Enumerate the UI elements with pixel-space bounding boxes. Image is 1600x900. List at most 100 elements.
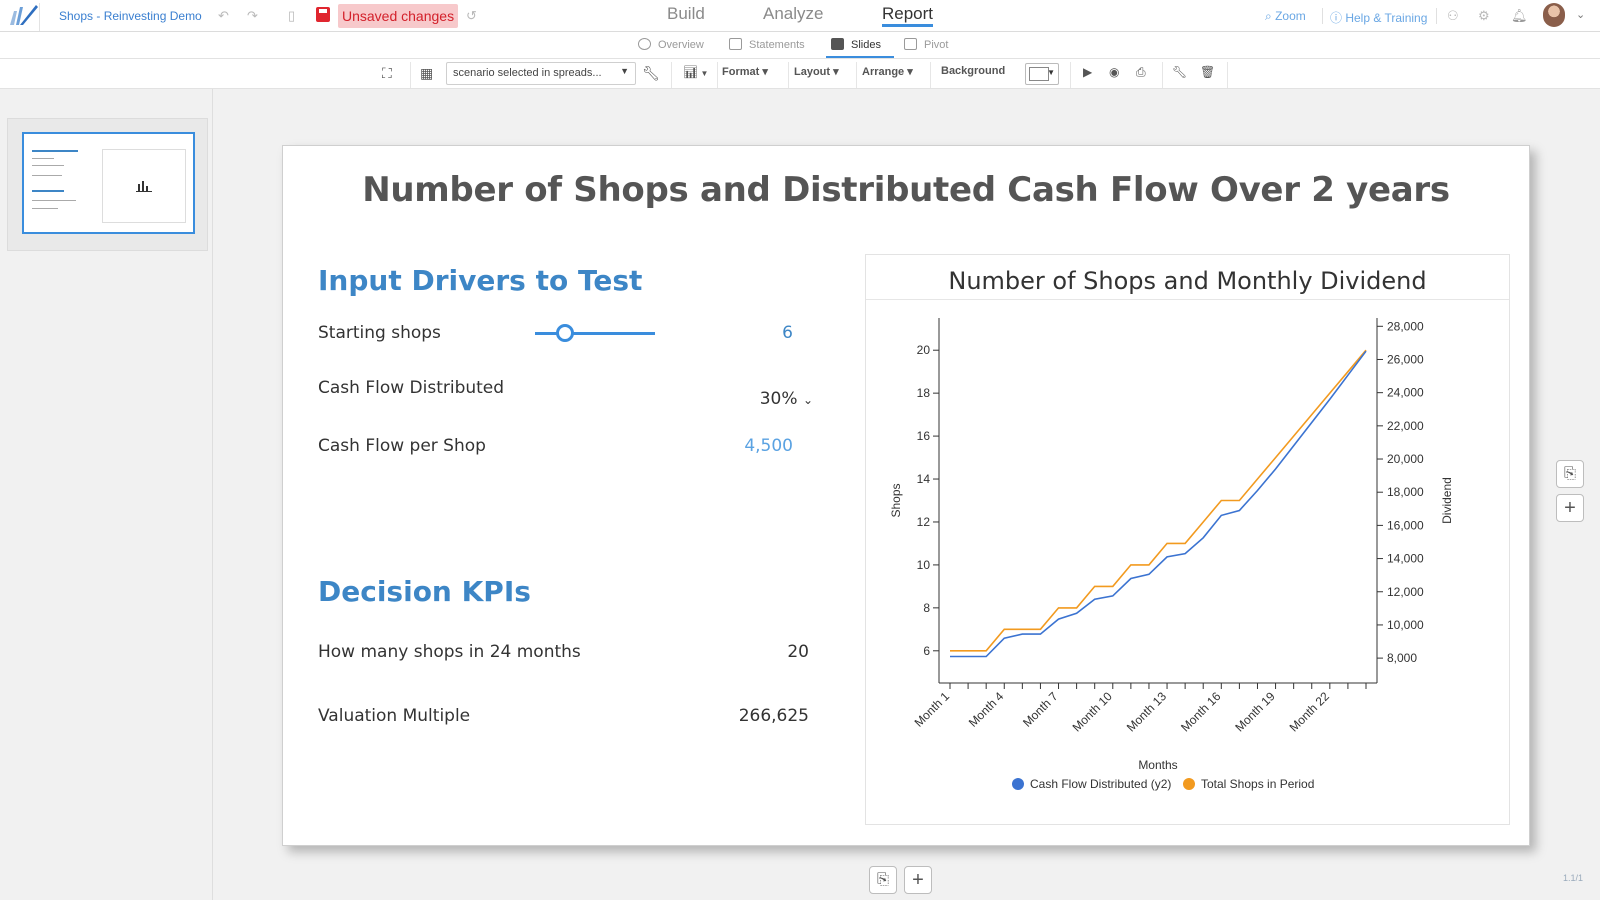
subtab-statements-label: Statements	[749, 39, 805, 51]
thumb-line	[32, 150, 78, 152]
tab-build[interactable]: Build	[667, 4, 705, 24]
subtab-statements[interactable]: Statements	[729, 38, 805, 51]
tab-analyze[interactable]: Analyze	[763, 4, 823, 24]
thumb-line	[32, 200, 76, 201]
y-tick-label: 18	[917, 386, 931, 400]
y2-tick-label: 28,000	[1387, 319, 1424, 333]
user-settings-icon[interactable]: ⚇	[1447, 8, 1459, 24]
separator	[1070, 62, 1071, 88]
x-tick-label: Month 19	[1232, 689, 1278, 735]
slide-title[interactable]: Number of Shops and Distributed Cash Flo…	[283, 170, 1529, 210]
help-label: Help & Training	[1345, 11, 1428, 25]
add-chart-icon[interactable]: 📊︎ ▼	[683, 65, 708, 79]
subtab-pivot[interactable]: Pivot	[904, 38, 948, 51]
x-tick-label: Month 4	[966, 689, 1007, 730]
chart-widget[interactable]: Number of Shops and Monthly Dividend 681…	[865, 254, 1510, 825]
subtab-pivot-label: Pivot	[924, 39, 949, 51]
y2-tick-label: 14,000	[1387, 552, 1424, 566]
history-icon[interactable]: ↺	[466, 8, 477, 24]
subtab-overview-label: Overview	[658, 39, 704, 51]
legend-label: Total Shops in Period	[1201, 777, 1314, 791]
save-icon[interactable]	[316, 7, 330, 22]
y-tick-label: 16	[917, 429, 931, 443]
legend-swatch	[1183, 778, 1195, 790]
legend-label: Cash Flow Distributed (y2)	[1030, 777, 1171, 791]
zoom-label: Zoom	[1275, 9, 1306, 23]
thumb-line	[32, 165, 64, 166]
kpi-valuation-value: 266,625	[738, 706, 809, 726]
y2-axis-label: Dividend	[1440, 477, 1454, 524]
separator	[856, 62, 857, 88]
series-line-shops	[950, 349, 1367, 652]
copy-icon: ⎘	[876, 871, 889, 888]
separator	[671, 62, 672, 88]
slide-thumbnail-container	[7, 118, 208, 251]
background-color-picker[interactable]: ▼	[1025, 63, 1059, 85]
layout-menu[interactable]: Layout ▾	[794, 65, 839, 78]
separator	[930, 62, 931, 88]
subtab-overview[interactable]: Overview	[638, 38, 704, 51]
gear-icon[interactable]: ⚙	[1478, 8, 1490, 24]
format-menu[interactable]: Format ▾	[722, 65, 768, 78]
add-slide-side-button[interactable]: +	[1556, 494, 1584, 522]
avatar[interactable]	[1543, 3, 1565, 27]
separator	[1227, 62, 1228, 88]
copy-icon: ⎘	[1563, 465, 1576, 482]
fit-to-screen-icon[interactable]: ⛶	[382, 65, 392, 82]
slides-icon	[831, 38, 844, 50]
slide-canvas[interactable]: Number of Shops and Distributed Cash Flo…	[282, 145, 1530, 846]
legend-swatch	[1012, 778, 1024, 790]
wrench-icon[interactable]: 🔧︎	[1172, 65, 1187, 79]
subtab-slides[interactable]: Slides	[831, 38, 881, 51]
arrange-menu[interactable]: Arrange ▾	[862, 65, 913, 78]
bell-icon[interactable]: 🔔︎	[1511, 8, 1528, 24]
x-tick-label: Month 10	[1070, 689, 1116, 735]
play-icon[interactable]: ▶	[1083, 65, 1092, 79]
inputs-heading[interactable]: Input Drivers to Test	[318, 264, 642, 297]
kpis-heading[interactable]: Decision KPIs	[318, 575, 531, 608]
scenario-table-icon[interactable]: ▦	[420, 65, 433, 82]
line-chart: 6 8 10 12 14 16 18 20 8,000 10,000 12,000 14,000 16,…	[889, 318, 1454, 791]
scenario-select[interactable]: scenario selected in spreads... ▼	[446, 62, 636, 85]
eye-icon[interactable]: ◉	[1109, 65, 1119, 79]
starting-shops-slider-handle[interactable]	[556, 324, 574, 342]
eye-icon	[638, 38, 651, 50]
thumb-line	[32, 158, 54, 159]
zoom-link[interactable]: ⌕ Zoom	[1265, 9, 1306, 24]
redo-icon[interactable]: ↷	[247, 8, 258, 24]
y-tick-label: 14	[917, 472, 931, 486]
y2-tick-label: 18,000	[1387, 485, 1424, 499]
starting-shops-slider[interactable]	[535, 332, 655, 335]
cash-flow-distributed-select[interactable]: 30% ⌄	[703, 389, 813, 409]
chevron-down-icon: ⌄	[802, 393, 813, 407]
y-axis-label: Shops	[889, 483, 903, 517]
panel-toggle-icon[interactable]: ▯	[288, 8, 295, 24]
y2-tick-label: 10,000	[1387, 618, 1424, 632]
report-subtabs: Overview Statements Slides Pivot	[0, 32, 1600, 59]
help-link[interactable]: ⓘ Help & Training	[1330, 9, 1427, 26]
thumb-line	[32, 190, 64, 192]
separator	[1322, 8, 1323, 24]
starting-shops-value: 6	[782, 323, 793, 343]
duplicate-slide-bottom-button[interactable]: ⎘	[869, 866, 897, 894]
document-title[interactable]: Shops - Reinvesting Demo	[59, 9, 202, 23]
starting-shops-label: Starting shops	[318, 323, 441, 343]
slide-thumbnail-1[interactable]	[22, 132, 195, 234]
print-icon[interactable]: ⎙	[1136, 65, 1146, 80]
checklist-icon	[729, 38, 742, 50]
duplicate-slide-button[interactable]: ⎘	[1556, 460, 1584, 488]
pivot-icon	[904, 38, 917, 50]
y2-tick-label: 16,000	[1387, 518, 1424, 532]
app-logo[interactable]	[4, 3, 40, 31]
tab-report[interactable]: Report	[882, 4, 934, 27]
wrench-icon[interactable]: 🔧︎	[642, 65, 660, 82]
trash-icon[interactable]: 🗑︎	[1200, 65, 1215, 79]
cash-flow-distributed-value: 30%	[759, 389, 798, 409]
cash-flow-per-shop-label: Cash Flow per Shop	[318, 436, 486, 456]
add-slide-bottom-button[interactable]: +	[904, 866, 932, 894]
kpi-valuation-label: Valuation Multiple	[318, 706, 471, 726]
chevron-down-icon[interactable]: ⌄	[1576, 8, 1585, 21]
cash-flow-per-shop-input[interactable]: 4,500	[703, 436, 793, 456]
undo-icon[interactable]: ↶	[218, 8, 229, 24]
unsaved-changes-badge[interactable]: Unsaved changes	[338, 4, 459, 28]
